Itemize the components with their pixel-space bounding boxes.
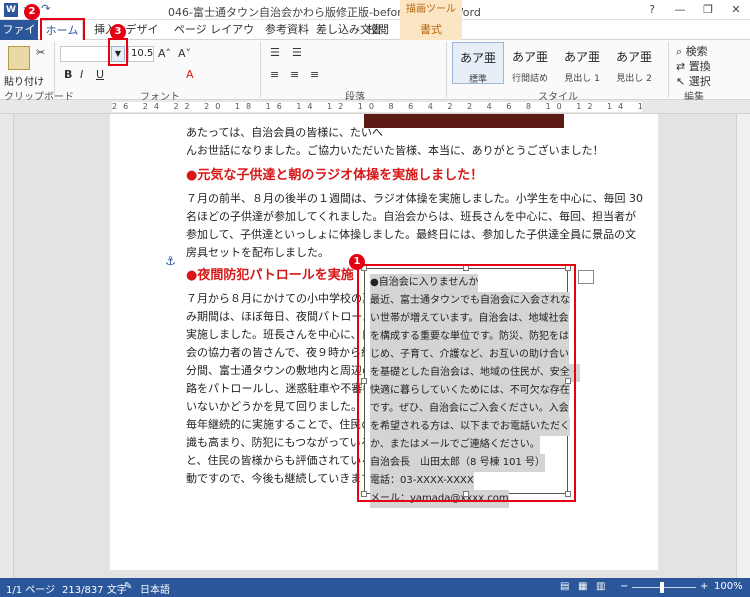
ruler-scale: 26 24 22 20 18 16 14 12 10 8 6 4 2 2 4 6… — [112, 102, 642, 112]
callout-highlight-text-box — [357, 264, 576, 502]
callout-badge-3: 3 — [110, 24, 126, 40]
close-button[interactable]: ✕ — [722, 0, 750, 20]
shrink-font-icon[interactable]: A˅ — [178, 47, 191, 60]
font-name-input[interactable] — [60, 46, 114, 62]
callout-badge-1: 1 — [349, 254, 365, 270]
find-button[interactable]: ⌕ 検索 — [676, 43, 708, 59]
body-text-line[interactable]: 動ですので、今後も継続していきます。 — [186, 470, 382, 488]
tab-review[interactable]: 校閲 — [358, 20, 398, 40]
callout-badge-2: 2 — [24, 4, 40, 20]
tab-references[interactable]: 参考資料 — [262, 20, 312, 40]
body-text-line[interactable]: 識も高まり、防犯にもつながっている — [186, 434, 372, 452]
redo-icon[interactable]: ↷ — [41, 2, 50, 15]
heading-night-patrol[interactable]: ●夜間防犯パトロールを実施 — [186, 264, 354, 283]
zoom-in-icon[interactable]: + — [700, 581, 708, 592]
help-button[interactable]: ? — [638, 0, 666, 20]
body-text-line[interactable]: 実施しました。班長さんを中心に、自治 — [186, 326, 384, 344]
minimize-button[interactable]: — — [666, 0, 694, 20]
word-count[interactable]: 213/837 文字 — [62, 581, 127, 596]
zoom-out-icon[interactable]: − — [620, 581, 628, 592]
ribbon-divider — [260, 42, 261, 98]
grow-font-icon[interactable]: A˄ — [158, 47, 171, 60]
body-text-line[interactable]: ７月から８月にかけての小中学校の夏休 — [186, 290, 384, 308]
body-text-line[interactable]: あたっては、自治会員の皆様に、たいへ — [186, 124, 383, 142]
page-count[interactable]: 1/1 ページ — [6, 581, 55, 596]
style-normal[interactable]: あア亜 標準 — [452, 42, 504, 85]
replace-icon: ⇄ — [676, 60, 689, 73]
align-left-icon[interactable]: ≡ — [270, 68, 279, 81]
replace-button[interactable]: ⇄ 置換 — [676, 58, 711, 74]
select-button[interactable]: ↖ 選択 — [676, 73, 711, 89]
body-text-line[interactable]: 路をパトロールし、迷惑駐車や不審者が — [186, 380, 384, 398]
align-center-icon[interactable]: ≡ — [290, 68, 299, 81]
proofing-icon[interactable]: ✎ — [124, 581, 132, 592]
anchor-icon[interactable]: ⚓ — [165, 254, 176, 268]
tab-file[interactable]: ファイル — [0, 20, 38, 56]
language[interactable]: 日本語 — [140, 581, 170, 596]
window-controls: ? — ❐ ✕ — [638, 0, 750, 20]
word-app-icon[interactable]: W — [4, 3, 18, 17]
callout-highlight-home-tab — [40, 18, 85, 42]
body-text-line[interactable]: と、住民の皆様からも評価されている活 — [186, 452, 383, 470]
font-size-input[interactable]: 10.5 — [128, 46, 154, 62]
style-no-spacing[interactable]: あア亜 行間詰め — [504, 42, 556, 84]
body-text-line[interactable]: ７月の前半、８月の後半の１週間は、ラジオ体操を実施しました。小学生を中心に、毎回… — [186, 190, 643, 208]
style-heading-2[interactable]: あア亜 見出し 2 — [608, 42, 660, 84]
body-text-line[interactable]: 分間、富士通タウンの敷地内と周辺の道 — [186, 362, 384, 380]
search-icon: ⌕ — [676, 45, 686, 58]
photo-image[interactable] — [364, 114, 564, 128]
underline-button[interactable]: U — [96, 68, 104, 81]
ribbon-divider — [446, 42, 447, 98]
font-color-icon[interactable]: A — [186, 68, 194, 81]
bold-button[interactable]: B — [64, 68, 72, 81]
vertical-ruler[interactable] — [0, 114, 14, 578]
body-text-line[interactable]: み期間は、ほぼ毎日、夜間パトロールを — [186, 308, 384, 326]
bullets-icon[interactable]: ☰ — [270, 46, 280, 59]
horizontal-ruler[interactable]: 26 24 22 20 18 16 14 12 10 8 6 4 2 2 4 6… — [0, 100, 750, 114]
zoom-slider-track[interactable] — [632, 587, 696, 588]
read-mode-icon[interactable]: ▤ — [560, 581, 569, 592]
numbering-icon[interactable]: ☰ — [292, 46, 302, 59]
zoom-level[interactable]: 100% — [714, 581, 743, 592]
vertical-scrollbar[interactable] — [736, 114, 750, 578]
restore-button[interactable]: ❐ — [694, 0, 722, 20]
ribbon-divider — [54, 42, 55, 98]
print-layout-icon[interactable]: ▦ — [578, 581, 587, 592]
italic-button[interactable]: I — [80, 68, 83, 81]
body-text-line[interactable]: 名ほどの子供達が参加してくれました。自治会からは、班長さんを中心に、毎回、担当者… — [186, 208, 636, 226]
title-bar: W ↶ ↷ 046-富士通タウン自治会かわら版修正版-beforer.docx … — [0, 0, 750, 20]
tab-design[interactable]: デザイン — [124, 20, 160, 56]
body-text-line[interactable]: 房具セットを配布しました。 — [186, 244, 329, 262]
zoom-slider-thumb[interactable] — [660, 582, 664, 593]
ribbon-divider — [668, 42, 669, 98]
body-text-line[interactable]: 毎年継続的に実施することで、住民の意 — [186, 416, 383, 434]
body-text-line[interactable]: いないかどうかを見て回りました。 — [186, 398, 362, 416]
heading-radio-exercise[interactable]: ●元気な子供達と朝のラジオ体操を実施しました！ — [186, 164, 483, 183]
layout-options-icon[interactable] — [578, 270, 594, 284]
paste-label[interactable]: 貼り付け — [4, 73, 44, 88]
tab-format[interactable]: 書式 — [400, 20, 462, 40]
select-icon: ↖ — [676, 75, 689, 88]
style-heading-1[interactable]: あア亜 見出し 1 — [556, 42, 608, 84]
status-bar: 1/1 ページ 213/837 文字 ✎ 日本語 ▤ ▦ ▥ − + 100% — [0, 578, 750, 597]
body-text-line[interactable]: 参加して、子供達といっしょに体操しました。最終日には、参加した子供達全員に景品の… — [186, 226, 636, 244]
drawing-tools-context: 描画ツール — [400, 0, 462, 20]
web-layout-icon[interactable]: ▥ — [596, 581, 605, 592]
paste-icon[interactable] — [8, 46, 30, 70]
callout-highlight-font-dropdown — [108, 38, 128, 66]
body-text-line[interactable]: んお世話になりました。ご協力いただいた皆様、本当に、ありがとうございました！ — [186, 142, 604, 160]
align-right-icon[interactable]: ≡ — [310, 68, 319, 81]
tab-page-layout[interactable]: ページ レイアウト — [170, 20, 258, 56]
cut-icon[interactable]: ✂ — [36, 46, 45, 59]
